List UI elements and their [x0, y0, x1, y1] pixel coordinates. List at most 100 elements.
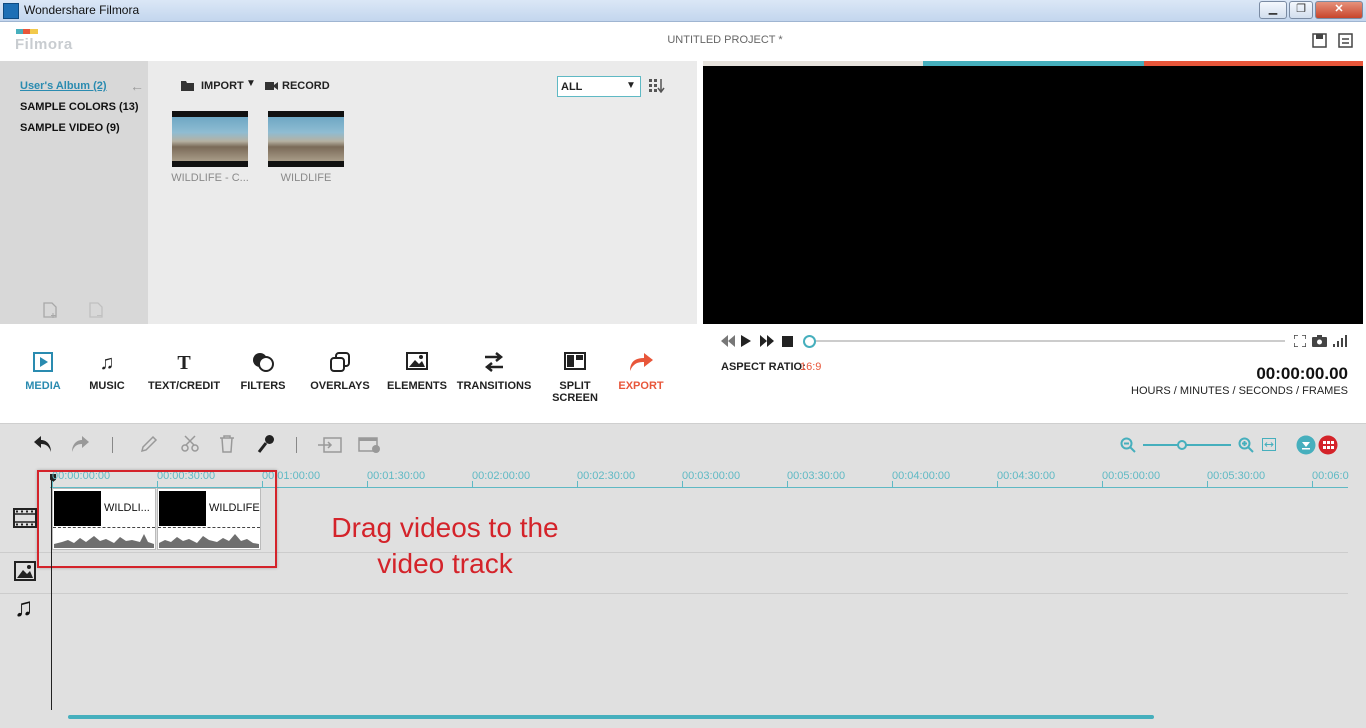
toolbar-divider — [296, 437, 297, 453]
tool-overlays[interactable]: OVERLAYS — [300, 352, 380, 392]
ruler-tick-label: 00:06:0 — [1312, 470, 1349, 482]
ruler-tick-mark — [1312, 481, 1313, 488]
fit-timeline-icon[interactable] — [1262, 438, 1276, 451]
tool-label: MUSIC — [89, 380, 125, 392]
import-button[interactable]: IMPORT — [201, 80, 244, 92]
filters-icon — [223, 352, 303, 374]
timecode: 00:00:00.00 — [1256, 364, 1348, 383]
tool-label: TRANSITIONS — [456, 380, 532, 392]
undo-icon[interactable] — [33, 435, 53, 453]
aspect-ratio-value[interactable]: 16:9 — [800, 361, 821, 373]
folder-icon — [181, 81, 194, 91]
save-icon[interactable] — [1312, 33, 1327, 48]
render-icon[interactable] — [1318, 435, 1338, 455]
ruler-tick-mark — [1102, 481, 1103, 488]
sort-icon[interactable] — [649, 79, 665, 93]
zoom-in-icon[interactable] — [1238, 437, 1254, 453]
drop-zone-highlight — [37, 470, 277, 568]
app-logo: Filmora — [15, 36, 73, 53]
ruler-tick-label: 00:04:30:00 — [997, 470, 1056, 482]
import-dropdown-icon[interactable]: ▼ — [246, 78, 256, 89]
stop-icon[interactable] — [782, 336, 793, 347]
ruler-tick-label: 00:02:30:00 — [577, 470, 636, 482]
tool-music[interactable]: ♫ MUSIC — [67, 352, 147, 392]
menu-icon[interactable] — [1338, 33, 1353, 48]
split-icon[interactable] — [180, 435, 200, 453]
marker-icon[interactable] — [1296, 435, 1316, 455]
tool-elements[interactable]: ELEMENTS — [377, 352, 457, 392]
record-button[interactable]: RECORD — [282, 80, 330, 92]
tool-transitions[interactable]: TRANSITIONS — [454, 352, 534, 392]
toolbar-divider — [112, 437, 113, 453]
overlays-icon — [300, 352, 380, 374]
playback-progress-knob[interactable] — [803, 335, 816, 348]
minimize-button[interactable]: ▁ — [1259, 1, 1287, 19]
playback-progress-track[interactable] — [810, 340, 1285, 342]
redo-icon[interactable] — [70, 435, 90, 453]
project-title: UNTITLED PROJECT * — [667, 34, 783, 46]
ruler-tick-label: 00:01:30:00 — [367, 470, 426, 482]
remove-album-icon[interactable] — [89, 302, 103, 318]
delete-icon[interactable] — [219, 435, 235, 453]
ruler-tick-mark — [367, 481, 368, 488]
fullscreen-icon[interactable] — [1294, 335, 1306, 347]
window-title: Wondershare Filmora — [24, 3, 140, 17]
ruler-tick-mark — [682, 481, 683, 488]
tool-filters[interactable]: FILTERS — [223, 352, 303, 392]
media-thumbnail[interactable] — [268, 111, 344, 167]
drag-hint-annotation: Drag videos to the video track — [331, 512, 559, 579]
zoom-out-icon[interactable] — [1120, 437, 1136, 453]
add-album-icon[interactable] — [43, 302, 57, 318]
window-title-bar — [0, 0, 1366, 22]
microphone-icon[interactable] — [257, 434, 275, 454]
ruler-tick-label: 00:03:00:00 — [682, 470, 741, 482]
ruler-tick-label: 00:04:00:00 — [892, 470, 951, 482]
album-sample-colors[interactable]: SAMPLE COLORS (13) — [20, 101, 139, 113]
aspect-ratio-label: ASPECT RATIO: — [721, 361, 806, 373]
back-arrow-icon[interactable]: ← — [130, 78, 144, 94]
text-icon: T — [177, 352, 191, 374]
clip-settings-icon[interactable] — [358, 437, 382, 454]
image-track-icon — [14, 561, 36, 581]
video-track-icon — [13, 508, 37, 528]
album-sample-video[interactable]: SAMPLE VIDEO (9) — [20, 122, 120, 134]
filter-dropdown-icon: ▼ — [626, 80, 636, 91]
ruler-tick-mark — [472, 481, 473, 488]
track-divider — [0, 593, 1348, 594]
ruler-tick-mark — [577, 481, 578, 488]
music-icon: ♫ — [99, 352, 115, 374]
playhead[interactable] — [51, 474, 52, 710]
album-users[interactable]: User's Album (2) — [20, 80, 107, 92]
ruler-tick-mark — [892, 481, 893, 488]
fast-forward-icon[interactable] — [760, 335, 774, 347]
app-icon — [3, 3, 19, 19]
rewind-icon[interactable] — [721, 335, 735, 347]
audio-track-icon: ♫ — [14, 592, 34, 622]
snapshot-icon[interactable] — [1312, 335, 1327, 347]
play-icon[interactable] — [741, 335, 751, 347]
tool-export[interactable]: EXPORT — [601, 352, 681, 392]
ruler-tick-label: 00:02:00:00 — [472, 470, 531, 482]
transitions-icon — [454, 352, 534, 374]
tool-label: TEXT/CREDIT — [147, 380, 221, 392]
tool-label: EXPORT — [618, 380, 664, 392]
media-label: WILDLIFE - C... — [171, 172, 249, 184]
media-library — [148, 61, 697, 324]
edit-icon[interactable] — [140, 435, 158, 453]
logo-mark-icon — [16, 29, 38, 34]
timeline-scrollbar[interactable] — [68, 715, 1154, 719]
ruler-tick-label: 00:03:30:00 — [787, 470, 846, 482]
preview-screen — [703, 66, 1363, 324]
zoom-slider-track[interactable] — [1143, 444, 1231, 446]
detach-audio-icon[interactable] — [318, 437, 342, 453]
filter-select[interactable]: ALL ▼ — [557, 76, 641, 97]
restore-button[interactable]: ❐ — [1289, 1, 1313, 19]
ruler-tick-mark — [1207, 481, 1208, 488]
zoom-slider-knob[interactable] — [1177, 440, 1187, 450]
tool-label: FILTERS — [240, 380, 286, 392]
volume-icon[interactable] — [1333, 335, 1348, 347]
camera-icon — [265, 82, 278, 90]
media-thumbnail[interactable] — [172, 111, 248, 167]
tool-text-credit[interactable]: T TEXT/CREDIT — [144, 352, 224, 392]
close-button[interactable]: ✕ — [1315, 1, 1363, 19]
